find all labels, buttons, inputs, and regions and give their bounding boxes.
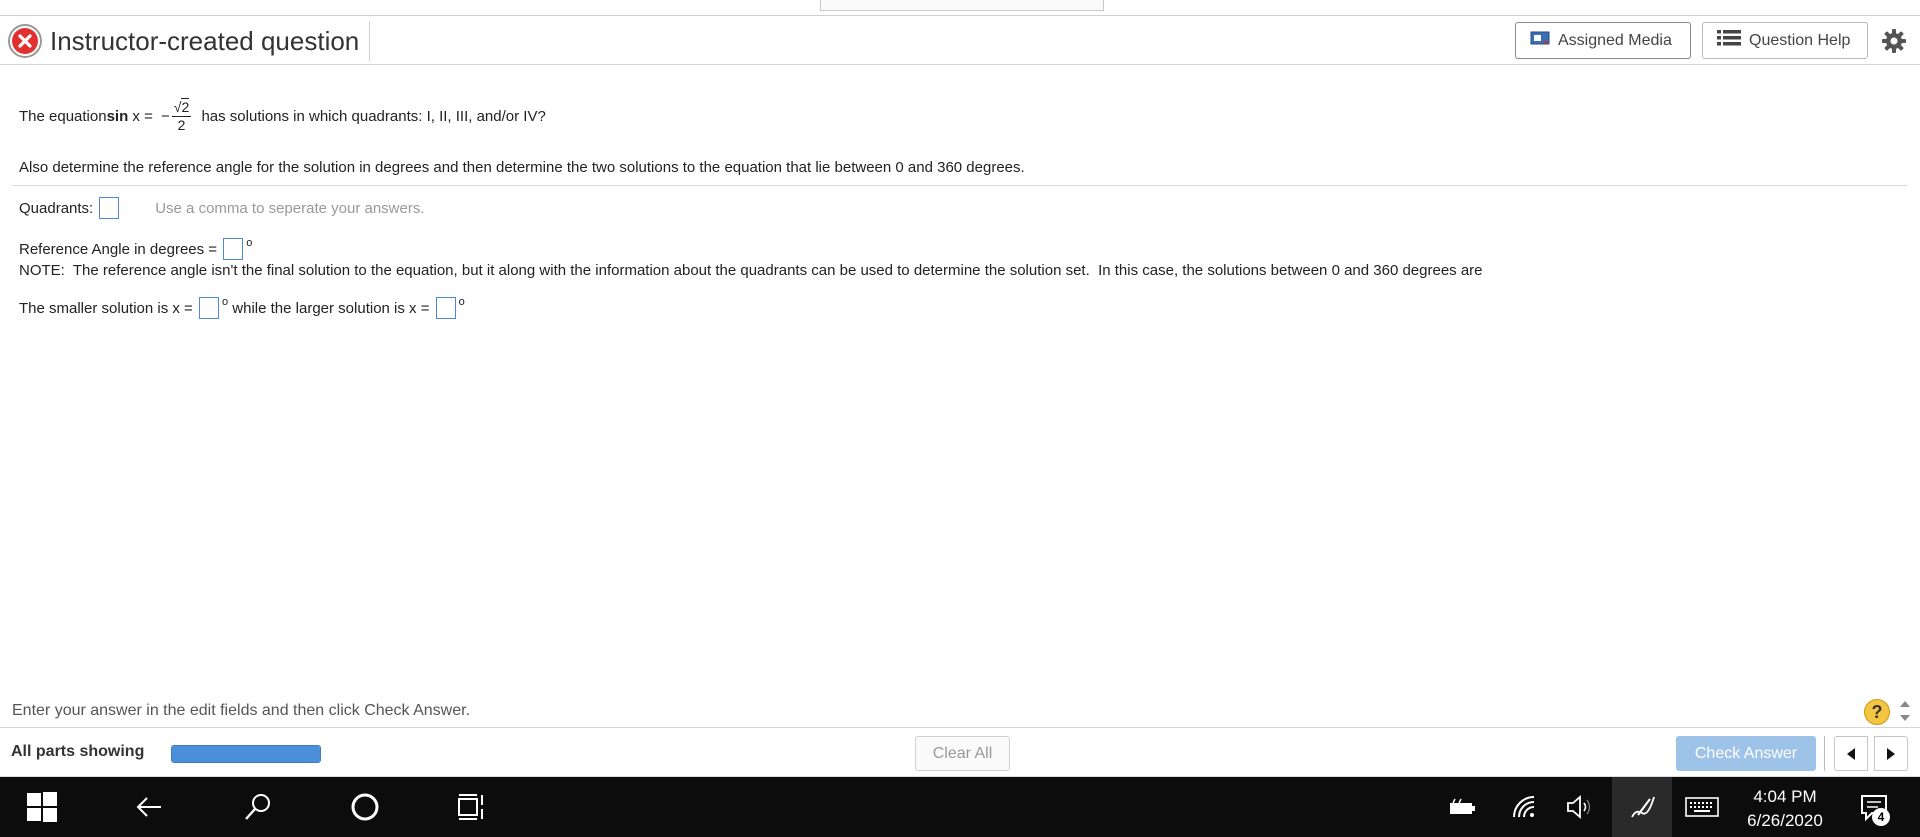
notification-count-badge: 4 bbox=[1872, 808, 1890, 826]
sin-function: sin bbox=[106, 107, 129, 125]
assigned-media-button[interactable]: Assigned Media bbox=[1515, 22, 1691, 59]
scroll-arrows-icon[interactable] bbox=[1898, 698, 1912, 724]
close-question-button[interactable] bbox=[8, 24, 42, 58]
question-header: Instructor-created question Assigned Med… bbox=[0, 17, 1920, 65]
instruction-bar: Enter your answer in the edit fields and… bbox=[0, 692, 1920, 728]
instruction-text: Enter your answer in the edit fields and… bbox=[12, 702, 471, 719]
smaller-solution-input[interactable] bbox=[199, 297, 219, 319]
windows-taskbar: 4:04 PM 6/26/2020 4 bbox=[0, 777, 1920, 837]
fraction-numerator: √2 bbox=[171, 97, 192, 117]
degree-symbol: o bbox=[222, 296, 229, 308]
question-suffix: has solutions in which quadrants: I, II,… bbox=[197, 107, 546, 125]
var-equals: x = bbox=[128, 107, 158, 125]
clock-date: 6/26/2020 bbox=[1747, 811, 1823, 830]
negative-sign: − bbox=[161, 107, 170, 125]
help-icon[interactable]: ? bbox=[1864, 699, 1890, 725]
touch-keyboard-icon[interactable] bbox=[1684, 791, 1720, 823]
nav-divider bbox=[1824, 736, 1825, 771]
next-question-button[interactable] bbox=[1874, 736, 1908, 771]
sqrt2-over-2-fraction: √2 2 bbox=[171, 97, 192, 134]
smaller-solution-label: The smaller solution is x = bbox=[19, 299, 197, 317]
quadrants-label: Quadrants: bbox=[19, 199, 94, 217]
larger-solution-input[interactable] bbox=[435, 297, 456, 319]
close-icon bbox=[12, 28, 38, 54]
degree-symbol: o bbox=[246, 237, 253, 249]
reference-angle-label: Reference Angle in degrees = bbox=[19, 240, 222, 258]
fraction-denominator: 2 bbox=[177, 116, 186, 133]
system-clock[interactable]: 4:04 PM 6/26/2020 bbox=[1740, 785, 1830, 833]
radicand: 2 bbox=[181, 97, 190, 115]
question-divider bbox=[12, 185, 1907, 186]
pen-ink-icon[interactable] bbox=[1626, 791, 1658, 823]
question-help-button[interactable]: Question Help bbox=[1702, 22, 1868, 59]
quadrants-hint: Use a comma to seperate your answers. bbox=[155, 199, 425, 217]
question-prefix: The equation bbox=[19, 107, 107, 125]
question-instructions: Also determine the reference angle for t… bbox=[19, 159, 1025, 176]
question-equation-line: The equation sin x = − √2 2 has solution… bbox=[19, 96, 546, 136]
volume-icon[interactable] bbox=[1564, 791, 1596, 823]
footer-bar: All parts showing Clear All Check Answer bbox=[0, 729, 1920, 777]
search-icon[interactable] bbox=[242, 791, 274, 823]
battery-charging-icon[interactable] bbox=[1447, 791, 1479, 823]
larger-solution-label: while the larger solution is x = bbox=[228, 299, 434, 317]
reference-angle-input[interactable] bbox=[223, 238, 244, 260]
quadrants-input[interactable] bbox=[99, 197, 120, 219]
triangle-right-icon bbox=[1887, 747, 1895, 760]
solutions-row: The smaller solution is x = o while the … bbox=[19, 296, 465, 319]
title-divider bbox=[369, 21, 370, 61]
cortana-circle-icon[interactable] bbox=[349, 791, 381, 823]
top-tab-fragment bbox=[820, 0, 1104, 11]
clock-time: 4:04 PM bbox=[1753, 787, 1817, 806]
back-arrow-icon[interactable] bbox=[133, 791, 165, 823]
reference-angle-row: Reference Angle in degrees = o bbox=[19, 237, 253, 260]
windows-start-icon[interactable] bbox=[26, 791, 58, 823]
progress-bar bbox=[171, 745, 321, 763]
progress-fill bbox=[172, 746, 320, 762]
note-text: NOTE: The reference angle isn't the fina… bbox=[19, 262, 1483, 279]
list-icon bbox=[1717, 29, 1741, 52]
quadrants-row: Quadrants: Use a comma to seperate your … bbox=[19, 197, 425, 219]
clear-all-button[interactable]: Clear All bbox=[915, 736, 1010, 771]
top-strip bbox=[0, 0, 1920, 16]
check-answer-button[interactable]: Check Answer bbox=[1676, 736, 1816, 771]
assigned-media-label: Assigned Media bbox=[1558, 31, 1672, 49]
wifi-icon[interactable] bbox=[1508, 791, 1540, 823]
previous-question-button[interactable] bbox=[1834, 736, 1868, 771]
task-view-icon[interactable] bbox=[457, 791, 489, 823]
page-title: Instructor-created question bbox=[50, 26, 360, 56]
parts-showing-label: All parts showing bbox=[11, 743, 145, 760]
question-help-label: Question Help bbox=[1749, 31, 1851, 49]
settings-gear-icon[interactable] bbox=[1880, 27, 1908, 55]
media-icon bbox=[1530, 30, 1550, 51]
triangle-left-icon bbox=[1847, 747, 1855, 760]
degree-symbol: o bbox=[458, 296, 465, 308]
